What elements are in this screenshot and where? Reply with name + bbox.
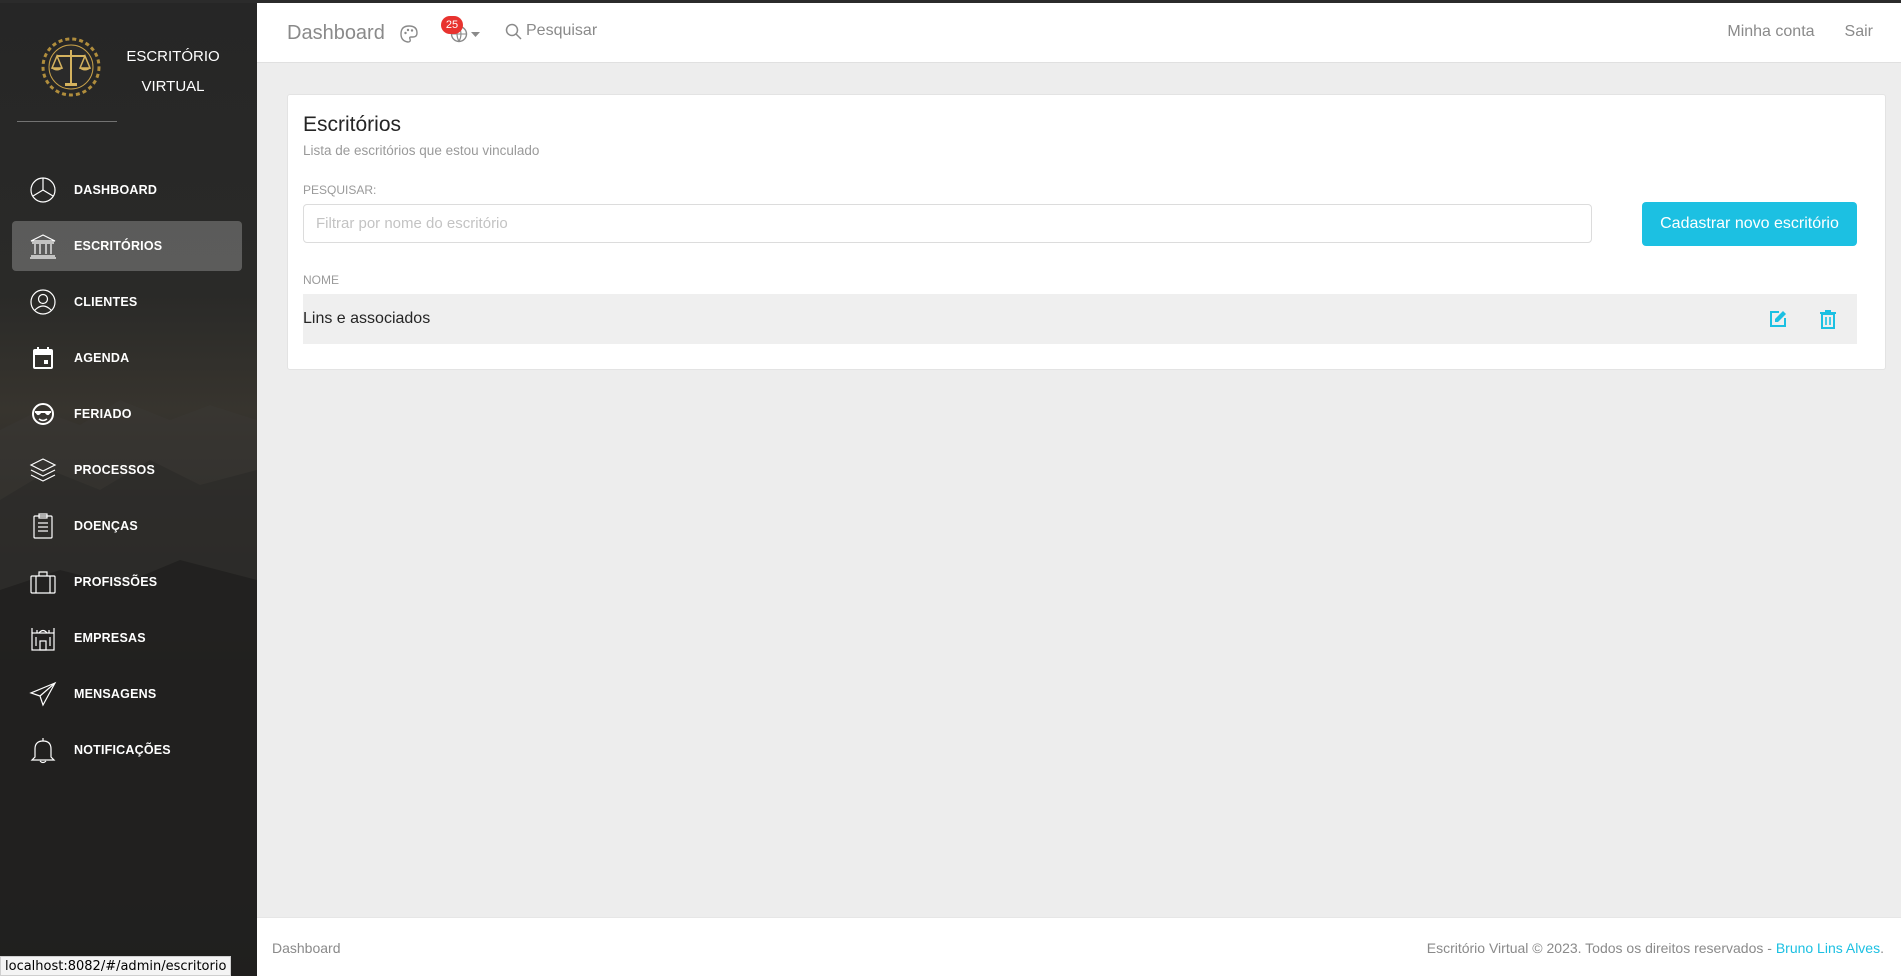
palette-icon[interactable]: [399, 24, 419, 44]
sidebar-item-label: NOTIFICAÇÕES: [74, 743, 171, 757]
building-icon: [28, 623, 58, 653]
column-header-name: NOME: [303, 273, 339, 287]
sidebar-item-empresas[interactable]: EMPRESAS: [12, 613, 242, 663]
sidebar-item-mensagens[interactable]: MENSAGENS: [12, 669, 242, 719]
paper-plane-icon: [28, 679, 58, 709]
sidebar-nav: DASHBOARD ESCRITÓRIOS CLIENTES AGENDA FE…: [12, 165, 242, 781]
sidebar-item-notificacoes[interactable]: NOTIFICAÇÕES: [12, 725, 242, 775]
topbar-user-links: Minha conta Sair: [1727, 23, 1873, 41]
table-row[interactable]: Lins e associados: [303, 294, 1857, 344]
sidebar-item-feriado[interactable]: FERIADO: [12, 389, 242, 439]
edit-icon[interactable]: [1767, 308, 1789, 330]
offices-card: Escritórios Lista de escritórios que est…: [287, 94, 1886, 370]
footer: Dashboard Escritório Virtual © 2023. Tod…: [257, 917, 1901, 976]
sidebar-item-doencas[interactable]: DOENÇAS: [12, 501, 242, 551]
notifications-dropdown[interactable]: 25: [441, 16, 483, 46]
sidebar-item-clientes[interactable]: CLIENTES: [12, 277, 242, 327]
footer-copyright: Escritório Virtual © 2023. Todos os dire…: [1427, 940, 1884, 956]
brand-divider: [17, 121, 117, 122]
scales-of-justice-logo: [41, 37, 101, 97]
calendar-icon: [28, 343, 58, 373]
sidebar-item-profissoes[interactable]: PROFISSÕES: [12, 557, 242, 607]
pie-chart-icon: [28, 175, 58, 205]
bank-icon: [28, 231, 58, 261]
copyright-period: .: [1880, 940, 1884, 956]
sidebar-item-label: PROFISSÕES: [74, 575, 158, 589]
sidebar-item-label: DASHBOARD: [74, 183, 158, 197]
copyright-text: Escritório Virtual © 2023. Todos os dire…: [1426, 940, 1776, 956]
top-navbar: Dashboard 25 Pesquisar Minha conta Sair: [257, 3, 1901, 63]
browser-status-url: localhost:8082/#/admin/escritorio: [0, 956, 232, 976]
card-title: Escritórios: [303, 113, 402, 136]
sidebar-item-label: FERIADO: [74, 407, 132, 421]
window-top-border: [0, 0, 1901, 3]
notification-count-badge: 25: [441, 16, 463, 34]
sidebar-item-agenda[interactable]: AGENDA: [12, 333, 242, 383]
search-icon: [505, 23, 522, 40]
sidebar-item-label: PROCESSOS: [74, 463, 155, 477]
sidebar-item-dashboard[interactable]: DASHBOARD: [12, 165, 242, 215]
page-title[interactable]: Dashboard: [287, 22, 385, 45]
layers-icon: [28, 455, 58, 485]
brand[interactable]: ESCRITÓRIO VIRTUAL: [40, 34, 250, 104]
sidebar-item-processos[interactable]: PROCESSOS: [12, 445, 242, 495]
sidebar-item-label: ESCRITÓRIOS: [74, 239, 163, 253]
office-name: Lins e associados: [303, 310, 431, 327]
sidebar-item-escritorios[interactable]: ESCRITÓRIOS: [12, 221, 242, 271]
brand-line-2: VIRTUAL: [141, 78, 205, 95]
sidebar-item-label: CLIENTES: [74, 295, 138, 309]
card-subtitle: Lista de escritórios que estou vinculado: [303, 143, 540, 158]
search-field-label: PESQUISAR:: [303, 183, 377, 197]
logout-link[interactable]: Sair: [1845, 23, 1873, 41]
search-label: Pesquisar: [526, 22, 598, 39]
sidebar: ESCRITÓRIO VIRTUAL DASHBOARD ESCRITÓRIOS…: [0, 0, 257, 976]
chevron-down-icon: [471, 32, 480, 37]
author-link[interactable]: Bruno Lins Alves: [1776, 940, 1880, 956]
bell-icon: [28, 735, 58, 765]
search-link[interactable]: Pesquisar: [505, 22, 597, 40]
sidebar-item-label: MENSAGENS: [74, 687, 157, 701]
sidebar-item-label: AGENDA: [74, 351, 130, 365]
sidebar-item-label: EMPRESAS: [74, 631, 146, 645]
footer-breadcrumb[interactable]: Dashboard: [272, 940, 341, 956]
sidebar-item-label: DOENÇAS: [74, 519, 138, 533]
briefcase-icon: [28, 567, 58, 597]
brand-name: ESCRITÓRIO VIRTUAL: [108, 42, 238, 102]
add-office-button[interactable]: Cadastrar novo escritório: [1642, 202, 1857, 246]
my-account-link[interactable]: Minha conta: [1727, 23, 1814, 41]
trash-icon[interactable]: [1817, 308, 1839, 330]
sunglasses-icon: [28, 399, 58, 429]
office-filter-input[interactable]: [303, 204, 1592, 243]
user-circle-icon: [28, 287, 58, 317]
clipboard-icon: [28, 511, 58, 541]
brand-line-1: ESCRITÓRIO: [126, 48, 220, 65]
